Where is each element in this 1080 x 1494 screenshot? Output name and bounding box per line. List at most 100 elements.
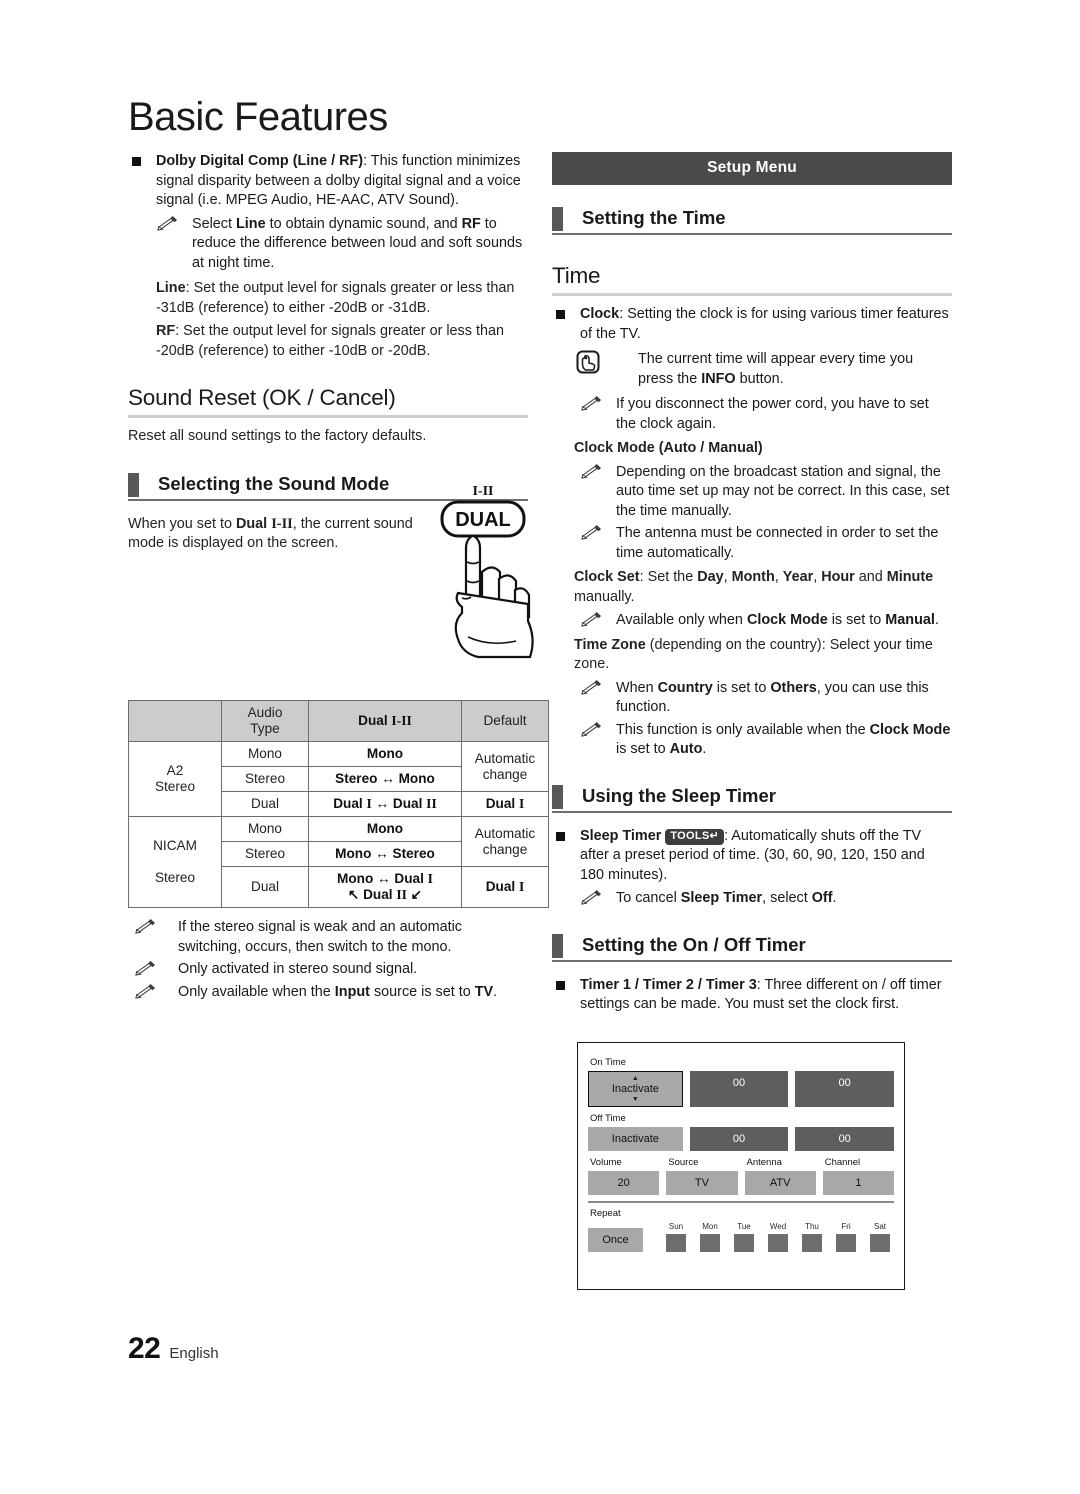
table-row: A2 Stereo Mono Mono Automatic change (128, 741, 549, 817)
dolby-note-b1: Line (236, 215, 266, 232)
cell-default: Dual I (461, 791, 549, 817)
note-input-b1: Input (334, 983, 370, 1000)
day-checkbox-sat[interactable] (870, 1234, 890, 1252)
table-notes: If the stereo signal is weak and an auto… (128, 918, 528, 1005)
off-time-hour-field[interactable]: 00 (689, 1127, 789, 1151)
off-time-minute-field[interactable]: 00 (795, 1127, 895, 1151)
time-zone-note-1: When Country is set to Others, you can u… (580, 679, 952, 718)
day-checkbox-tue[interactable] (734, 1234, 754, 1252)
dolby-digital-comp-item: Dolby Digital Comp (Line / RF): This fun… (128, 152, 528, 211)
note-b1: Clock Mode (869, 721, 951, 738)
time-zone-paragraph: Time Zone (depending on the country): Se… (574, 636, 952, 675)
dual-button-text: DUAL (455, 509, 511, 531)
source-field[interactable]: TV (666, 1171, 738, 1195)
on-time-hour-field[interactable]: 00 (689, 1071, 789, 1107)
weekday-labels: Sun Mon Tue Wed Thu Fri Sat (662, 1222, 894, 1232)
volume-field[interactable]: 20 (588, 1171, 660, 1195)
th-audio-type: Audio Type (221, 700, 309, 742)
note-stereo-weak: If the stereo signal is weak and an auto… (128, 918, 528, 957)
sound-mode-b1: Dual (236, 515, 268, 532)
clock-text: : Setting the clock is for using various… (580, 306, 949, 342)
pencil-icon (581, 679, 602, 695)
note-b2: Auto (669, 741, 703, 757)
dolby-lead: Dolby Digital Comp (Line / RF) (156, 153, 364, 169)
th-dual: Dual I-II (308, 700, 462, 742)
note-p1: When (616, 679, 658, 696)
cell-audio-type: Stereo (221, 841, 309, 867)
setting-onoff-timer-heading: Setting the On / Off Timer (552, 932, 952, 958)
dolby-note-b2: RF (461, 215, 481, 232)
note-input-p1: Only available when the (178, 983, 335, 1000)
cell-audio-type: Mono (221, 816, 309, 842)
sound-mode-b1b: I-II (271, 515, 293, 532)
day-checkbox-sun[interactable] (666, 1234, 686, 1252)
day-checkbox-fri[interactable] (836, 1234, 856, 1252)
group-a2-stereo: A2 Stereo (128, 741, 222, 817)
clock-set-b5: Minute (886, 569, 934, 585)
dual-top-label: I-II (472, 484, 493, 499)
note-text: If you disconnect the power cord, you ha… (616, 396, 929, 432)
audio-mode-table-wrapper: Audio Type Dual I-II Default A2 Stereo Mon… (128, 700, 549, 908)
note-p2: is set to (712, 679, 771, 696)
timer-123-lead: Timer 1 / Timer 2 / Timer 3 (580, 976, 757, 993)
note-input-b2: TV (474, 983, 494, 1000)
sound-reset-rule (128, 415, 528, 418)
on-time-minute-field[interactable]: 00 (795, 1071, 894, 1107)
channel-label: Channel (824, 1157, 861, 1168)
timer-divider (588, 1201, 894, 1203)
note-p3: . (934, 612, 939, 628)
cell-dual: Mono (308, 741, 462, 767)
note-p2: is set to (616, 741, 670, 757)
rf-lead: RF (156, 323, 176, 339)
repeat-field[interactable]: Once (588, 1228, 643, 1252)
pencil-icon (581, 721, 602, 737)
note-b2: Off (811, 890, 833, 906)
antenna-field[interactable]: ATV (744, 1171, 816, 1195)
note-text: Only activated in stereo sound signal. (178, 961, 418, 977)
time-rule (552, 293, 952, 296)
clock-set-p4: , (813, 569, 822, 585)
th-blank (128, 700, 222, 742)
day-checkbox-mon[interactable] (700, 1234, 720, 1252)
setting-the-time-label: Setting the Time (582, 207, 726, 228)
info-note-b1: INFO (701, 370, 736, 387)
clock-set-p6: manually. (574, 588, 635, 605)
cell-default: Dual I (461, 866, 549, 908)
pencil-icon (135, 983, 156, 999)
page-language: English (169, 1345, 219, 1362)
cell-dual: Mono ↔ Stereo (308, 841, 462, 867)
page-title: Basic Features (128, 95, 388, 139)
table-header-row: Audio Type Dual I-II Default (128, 700, 549, 742)
note-stereo-only: Only activated in stereo sound signal. (128, 960, 528, 980)
timer-123-item: Timer 1 / Timer 2 / Timer 3: Three diffe… (552, 976, 952, 1015)
square-bullet-icon (556, 980, 565, 990)
off-time-mode-field[interactable]: Inactivate (588, 1127, 683, 1151)
square-bullet-icon (556, 831, 565, 841)
clock-set-p3: , (774, 569, 783, 585)
line-paragraph: Line: Set the output level for signals g… (156, 279, 528, 318)
tools-badge-icon: TOOLS↵ (665, 828, 725, 845)
cell-audio-type: Dual (221, 791, 309, 817)
on-time-mode-field[interactable]: ▲ Inactivate ▼ (588, 1071, 683, 1107)
cell-dual: Mono ↔ Dual I ↖ Dual II ↙ (308, 866, 462, 908)
time-heading: Time (552, 263, 601, 288)
dolby-note-p1: Select (192, 215, 236, 232)
cell-audio-type: Mono (221, 741, 309, 767)
group-nicam-stereo: NICAM Stereo (128, 816, 222, 908)
clock-set-lead: Clock Set (574, 569, 640, 585)
day-checkbox-wed[interactable] (768, 1234, 788, 1252)
power-cord-note: If you disconnect the power cord, you ha… (580, 395, 952, 434)
clock-set-p5: and (854, 569, 887, 585)
cell-default: Automatic change (461, 816, 549, 867)
note-b2: Others (770, 679, 817, 696)
note-p1: Available only when (616, 612, 747, 628)
cell-dual: Stereo ↔ Mono (308, 766, 462, 792)
square-bullet-icon (556, 310, 565, 319)
channel-field[interactable]: 1 (822, 1171, 894, 1195)
clock-set-b3: Year (782, 569, 814, 585)
day-checkbox-thu[interactable] (802, 1234, 822, 1252)
dual-button-illustration: I-II DUAL (428, 480, 538, 665)
repeat-row: Once Sun Mon Tue Wed Thu Fri Sat (588, 1222, 894, 1252)
clock-lead: Clock (580, 306, 620, 322)
sound-mode-p1: When you set to (128, 515, 236, 532)
